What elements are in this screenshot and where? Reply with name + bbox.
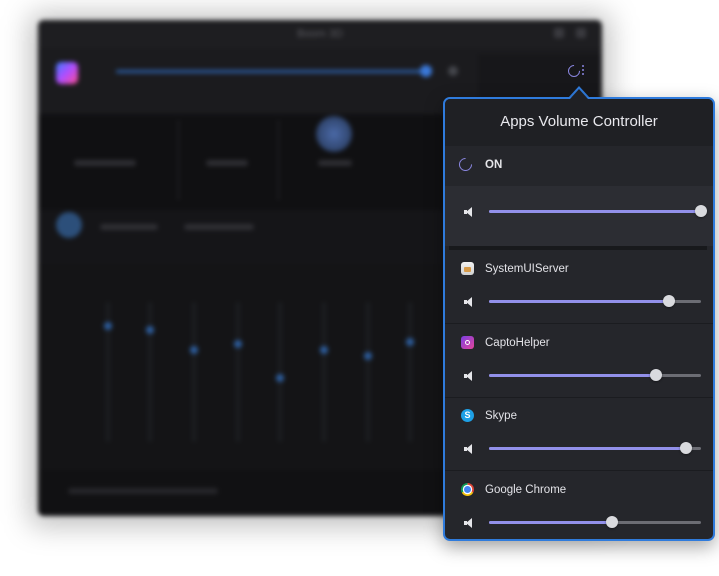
background-eq-knob — [234, 340, 242, 348]
more-dots-icon — [582, 65, 584, 77]
slider-knob[interactable] — [680, 442, 693, 454]
google-chrome-icon — [461, 483, 474, 496]
background-eq-band — [148, 302, 152, 442]
background-window-title: Boom 3D — [297, 28, 343, 40]
app-volume-row: CaptoHelper — [445, 324, 713, 398]
power-icon — [565, 62, 583, 80]
app-volume-slider[interactable] — [489, 295, 701, 307]
slider-fill — [489, 300, 670, 303]
slider-knob[interactable] — [695, 205, 707, 217]
speaker-icon[interactable] — [464, 206, 476, 218]
popover-header: Apps Volume Controller — [445, 99, 713, 147]
background-effect-icon — [316, 116, 352, 152]
app-volume-slider[interactable] — [489, 516, 701, 528]
window-button-icon — [576, 28, 586, 38]
slider-fill — [489, 521, 612, 524]
background-eq-band — [366, 302, 370, 442]
app-name: CaptoHelper — [485, 337, 550, 349]
background-slider-knob — [420, 65, 432, 77]
app-name: Skype — [485, 410, 517, 422]
background-eq-band — [192, 302, 196, 442]
master-volume-row — [445, 186, 713, 246]
background-master-slider — [116, 70, 426, 73]
power-state-label: ON — [485, 159, 503, 171]
master-volume-slider[interactable] — [489, 205, 707, 217]
app-name: Google Chrome — [485, 484, 567, 496]
background-footer-text — [68, 488, 218, 494]
background-separator — [278, 120, 279, 200]
slider-knob[interactable] — [663, 295, 676, 307]
background-tile-label — [74, 160, 136, 166]
slider-fill — [489, 447, 687, 450]
systemuiserver-icon — [461, 262, 474, 275]
background-eq-knob — [320, 346, 328, 354]
popover-title: Apps Volume Controller — [500, 113, 658, 130]
background-equalizer-icon — [56, 212, 82, 238]
skype-icon — [461, 409, 474, 422]
speaker-icon[interactable] — [464, 296, 476, 308]
popover-arrow-inner — [570, 89, 588, 99]
slider-fill — [489, 210, 701, 213]
apps-volume-menu-button[interactable] — [565, 62, 589, 80]
background-tile-label — [318, 160, 352, 166]
background-separator — [178, 120, 179, 200]
background-power-icon — [448, 66, 458, 76]
background-eq-band — [322, 302, 326, 442]
background-equalizer-label — [100, 224, 158, 230]
background-eq-knob — [364, 352, 372, 360]
background-equalizer-label — [184, 224, 254, 230]
background-eq-band — [278, 302, 282, 442]
app-volume-row: Google Chrome — [445, 471, 713, 539]
power-icon[interactable] — [456, 155, 475, 174]
slider-fill — [489, 374, 657, 377]
apps-volume-controller-popover: Apps Volume Controller ON SystemUIServer… — [443, 97, 715, 541]
speaker-icon[interactable] — [464, 517, 476, 529]
background-eq-knob — [104, 322, 112, 330]
background-eq-band — [408, 302, 412, 442]
slider-knob[interactable] — [650, 369, 663, 381]
slider-knob[interactable] — [605, 516, 618, 528]
captohelper-icon — [461, 336, 474, 349]
window-button-icon — [554, 28, 564, 38]
app-volume-row: Skype — [445, 397, 713, 471]
background-eq-knob — [406, 338, 414, 346]
app-name: SystemUIServer — [485, 263, 569, 275]
speaker-icon[interactable] — [464, 443, 476, 455]
speaker-icon[interactable] — [464, 370, 476, 382]
app-logo-icon — [56, 62, 78, 84]
background-eq-knob — [276, 374, 284, 382]
background-titlebar: Boom 3D — [38, 20, 602, 48]
power-toggle-row[interactable]: ON — [445, 146, 713, 186]
app-volume-slider[interactable] — [489, 442, 701, 454]
background-eq-knob — [190, 346, 198, 354]
app-volume-row: SystemUIServer — [445, 250, 713, 324]
app-volume-slider[interactable] — [489, 369, 701, 381]
background-eq-knob — [146, 326, 154, 334]
background-tile-label — [206, 160, 248, 166]
background-eq-band — [236, 302, 240, 442]
